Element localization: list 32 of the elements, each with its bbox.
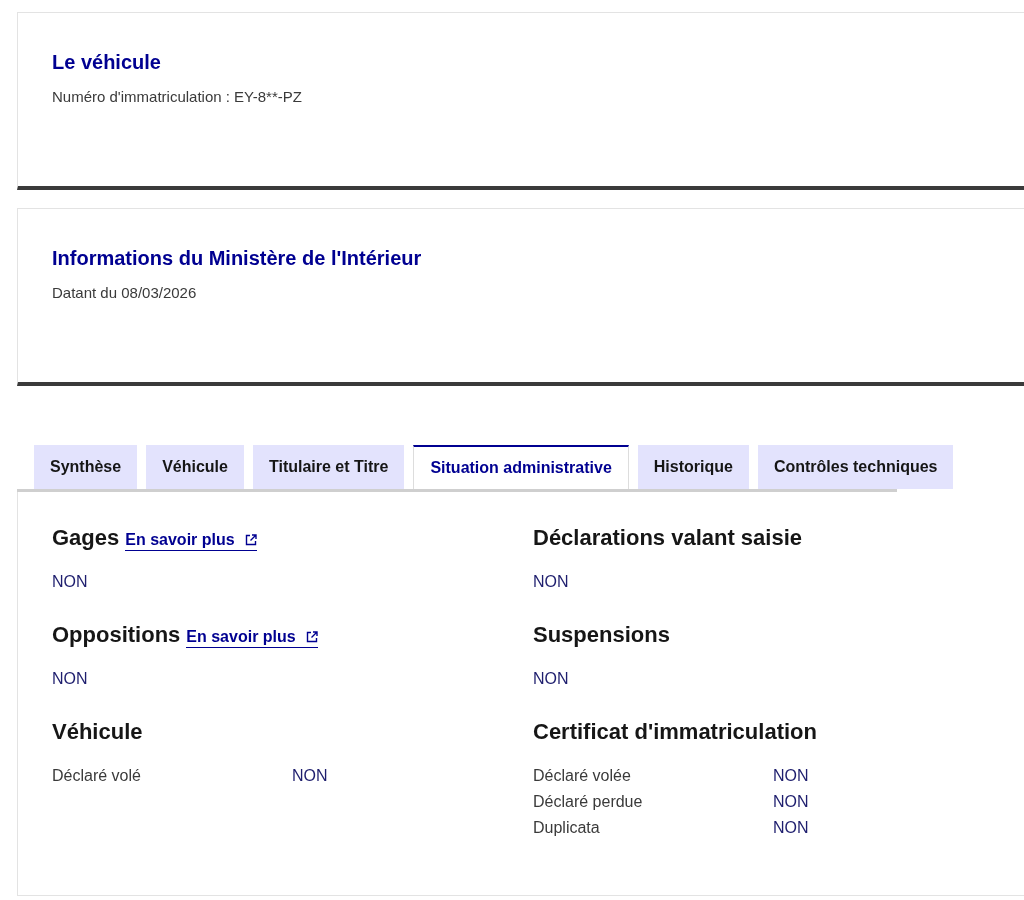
card-title: Informations du Ministère de l'Intérieur [52,246,423,271]
field-value: NON [773,766,809,786]
field-label: Déclaré perdue [533,792,644,812]
section-heading: Gages [52,524,120,552]
tab[interactable]: Synthèse [34,445,138,489]
tab[interactable]: Situation administrative [413,445,629,489]
field-value: NON [773,792,809,812]
section-heading: Oppositions [52,621,181,649]
field-label: Déclaré volé [52,766,142,786]
learn-more-link[interactable]: En savoir plus [186,627,318,648]
card-subtitle: Datant du 08/03/2026 [52,283,198,303]
status-value: NON [533,669,569,689]
section-heading: Certificat d'immatriculation [533,718,817,746]
section-heading: Véhicule [52,718,143,746]
tab[interactable]: Titulaire et Titre [252,445,405,489]
card-subtitle: Numéro d'immatriculation : EY-8**-PZ [52,87,303,107]
field-label: Déclaré volée [533,766,632,786]
section-heading: Suspensions [533,621,670,649]
status-value: NON [52,572,88,592]
tab[interactable]: Historique [637,445,749,489]
field-value: NON [292,766,328,786]
section-heading: Déclarations valant saisie [533,524,803,552]
tab[interactable]: Contrôles techniques [757,445,954,489]
card-title: Le véhicule [52,50,162,75]
external-link-icon [244,534,257,546]
status-value: NON [52,669,88,689]
field-value: NON [773,818,809,838]
field-label: Duplicata [533,818,601,838]
status-value: NON [533,572,569,592]
learn-more-link[interactable]: En savoir plus [125,530,257,551]
external-link-icon [305,631,318,643]
tab[interactable]: Véhicule [146,445,244,489]
